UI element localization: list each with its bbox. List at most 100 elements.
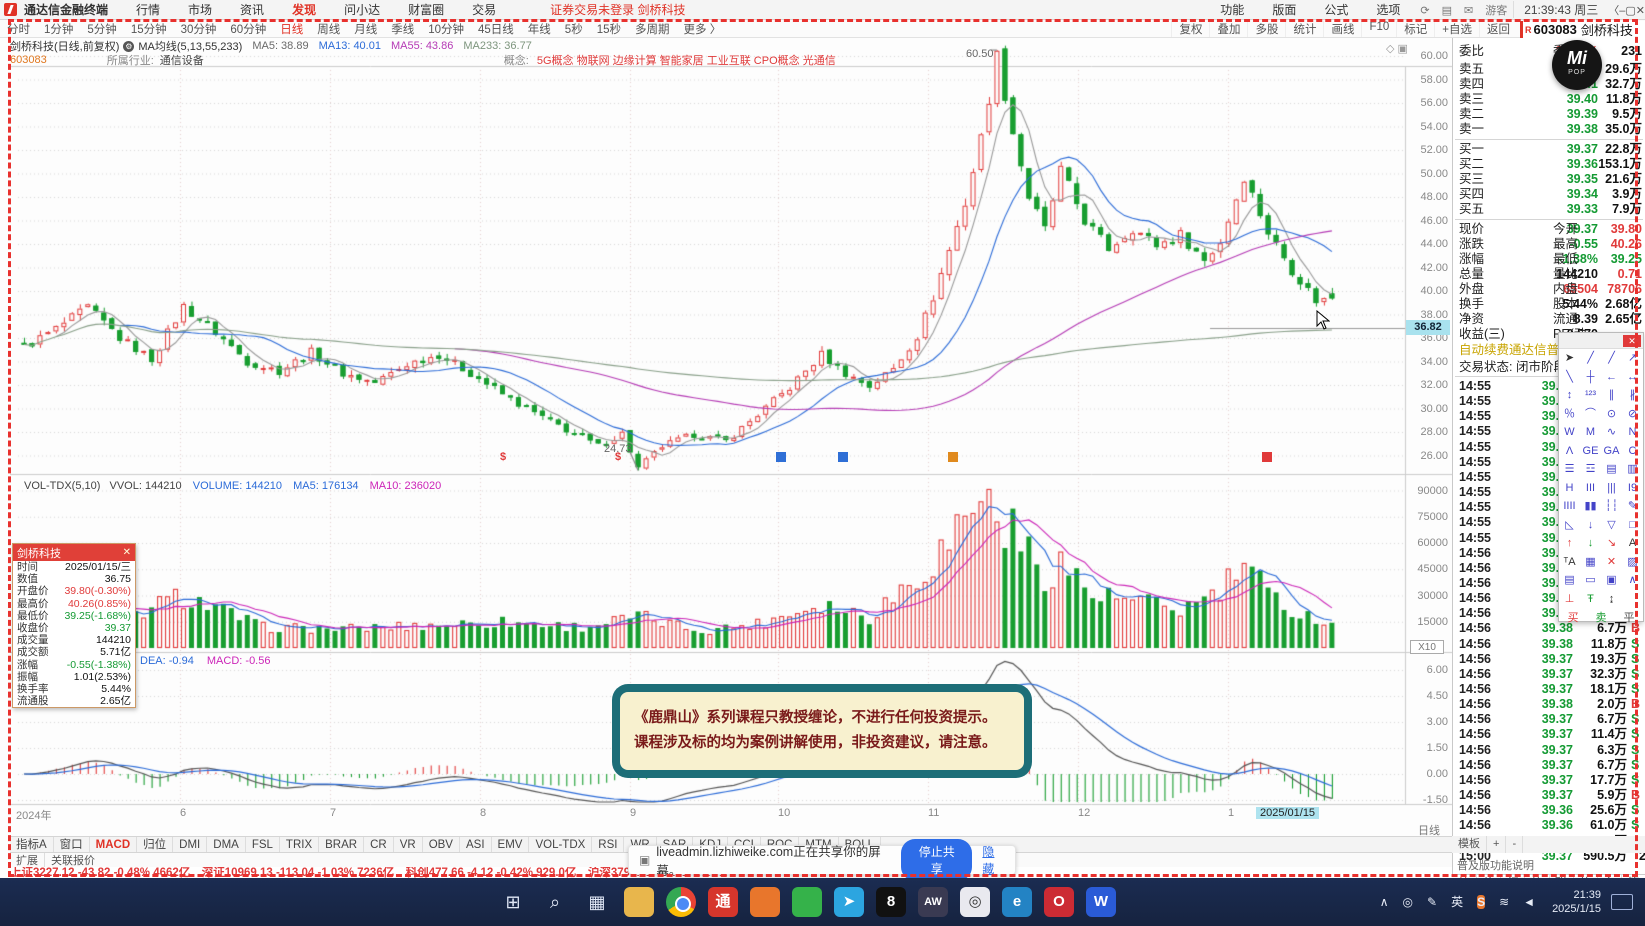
ths-app-icon[interactable] — [750, 887, 780, 917]
eightball-icon[interactable]: 8 — [876, 887, 906, 917]
tool-画线[interactable]: 画线 — [1323, 20, 1361, 37]
tool-多股[interactable]: 多股 — [1247, 20, 1285, 37]
indicator-tab-VOL-TDX[interactable]: VOL-TDX — [529, 837, 593, 852]
window-control-0[interactable]: 〈 — [1608, 5, 1619, 17]
template-button[interactable]: 模板 — [1452, 836, 1487, 853]
period-15秒[interactable]: 15秒 — [590, 24, 628, 36]
draw-tool-icon-39[interactable]: □ — [1622, 516, 1643, 535]
indicator-tab-DMA[interactable]: DMA — [207, 837, 246, 852]
draw-tool-icon-48[interactable]: ▤ — [1559, 571, 1580, 590]
titlebar-icon-2[interactable]: ✉ — [1458, 5, 1479, 17]
draw-tool-icon-29[interactable]: ΙΙΙ — [1580, 479, 1601, 498]
period-15分钟[interactable]: 15分钟 — [124, 24, 174, 36]
draw-tool-icon-46[interactable]: ✕ — [1601, 553, 1622, 572]
indicator-tab-DMI[interactable]: DMI — [173, 837, 208, 852]
indicator-tab-指标A[interactable]: 指标A — [10, 837, 54, 852]
period-月线[interactable]: 月线 — [347, 24, 384, 36]
menu-item-行情[interactable]: 行情 — [122, 3, 174, 17]
right-menu-选项[interactable]: 选项 — [1362, 3, 1414, 17]
tool-复权[interactable]: 复权 — [1171, 20, 1209, 37]
taskview-icon[interactable]: ▦ — [582, 887, 612, 917]
buy-price[interactable]: 39.34 — [1567, 187, 1598, 202]
draw-tool-icon-9[interactable]: ¹²³ — [1580, 386, 1601, 405]
chart-corner-icons[interactable]: ◇ ▣ — [1386, 42, 1408, 55]
drawing-toolbar[interactable]: ✕ ➤ ╱ ╱ ↗ ╲ ┼ ← ↔ ↕ ¹²³ ∥ ∦ ％ ⌒ ⊙ ⊘ W M ∿ N Λ GE GA C ☰ ☲ ▤ ▥ Η ΙΙΙ ||… — [1558, 332, 1644, 625]
period-年线[interactable]: 年线 — [521, 24, 558, 36]
tool-标记[interactable]: 标记 — [1396, 20, 1434, 37]
notification-center-icon[interactable] — [1611, 894, 1633, 910]
draw-tool-icon-26[interactable]: ▤ — [1601, 460, 1622, 479]
period-季线[interactable]: 季线 — [384, 24, 421, 36]
sell-price[interactable]: 39.39 — [1567, 107, 1598, 122]
indicator-tab-ASI[interactable]: ASI — [460, 837, 492, 852]
start-button[interactable]: ⊞ — [498, 887, 528, 917]
period-多周期[interactable]: 多周期 — [628, 24, 677, 36]
sell-price[interactable]: 39.38 — [1567, 122, 1598, 137]
menu-item-发现[interactable]: 发现 — [278, 3, 330, 17]
draw-tool-icon-47[interactable]: ▨ — [1622, 553, 1643, 572]
edge-icon[interactable]: e — [1002, 887, 1032, 917]
draw-tool-icon-0[interactable]: ➤ — [1559, 349, 1580, 368]
buy-price[interactable]: 39.36 — [1567, 157, 1598, 172]
draw-tool-icon-52[interactable]: ⊥ — [1559, 590, 1580, 609]
close-icon[interactable]: ✕ — [123, 547, 131, 558]
draw-tool-icon-30[interactable]: ||| — [1601, 479, 1622, 498]
vol-indicator-name[interactable]: VOL-TDX(5,10) — [24, 480, 100, 492]
indicator-tab-归位[interactable]: 归位 — [137, 837, 174, 852]
wifi-icon[interactable]: ≋ — [1499, 895, 1509, 909]
sogou-icon[interactable]: S — [1477, 895, 1486, 909]
draw-tool-icon-41[interactable]: ↓ — [1580, 534, 1601, 553]
word-icon[interactable]: W — [1086, 887, 1116, 917]
draw-tool-icon-34[interactable]: ┆┆ — [1601, 497, 1622, 516]
titlebar-icon-1[interactable]: ▤ — [1436, 5, 1458, 17]
period-5分钟[interactable]: 5分钟 — [80, 24, 123, 36]
right-menu-功能[interactable]: 功能 — [1206, 3, 1258, 17]
period-更多 〉[interactable]: 更多 〉 — [677, 24, 729, 36]
menu-item-资讯[interactable]: 资讯 — [226, 3, 278, 17]
tray-chevron-icon[interactable]: ∧ — [1380, 895, 1389, 909]
window-control-2[interactable]: ▢ — [1625, 5, 1635, 17]
concept-list[interactable]: 5G概念 物联网 边缘计算 智能家居 工业互联 CPO概念 光通信 — [537, 52, 836, 68]
period-1分钟[interactable]: 1分钟 — [37, 24, 80, 36]
draw-tool-icon-44[interactable]: ᵀA — [1559, 553, 1580, 572]
draw-tool-icon-14[interactable]: ⊙ — [1601, 405, 1622, 424]
period-周线[interactable]: 周线 — [310, 24, 347, 36]
titlebar-icon-0[interactable]: ⟳ — [1414, 5, 1435, 17]
draw-tool-icon-33[interactable]: ▮▮ — [1580, 497, 1601, 516]
guest-user-label[interactable]: 游客 — [1479, 2, 1513, 18]
draw-tool-icon-20[interactable]: Λ — [1559, 442, 1580, 461]
event-marker-4[interactable] — [948, 452, 958, 462]
draw-tool-icon-49[interactable]: ▭ — [1580, 571, 1601, 590]
draw-tool-icon-12[interactable]: ％ — [1559, 405, 1580, 424]
hide-share-bar-link[interactable]: 隐藏 — [982, 843, 1005, 877]
draw-tool-icon-28[interactable]: Η — [1559, 479, 1580, 498]
tool-叠加[interactable]: 叠加 — [1209, 20, 1247, 37]
indicator-tab-CR[interactable]: CR — [364, 837, 394, 852]
wechat-icon[interactable] — [792, 887, 822, 917]
period-5秒[interactable]: 5秒 — [558, 24, 590, 36]
indicator-tab-BRAR[interactable]: BRAR — [319, 837, 365, 852]
draw-tool-icon-43[interactable]: A — [1622, 534, 1643, 553]
period-分时[interactable]: 分时 — [0, 24, 37, 36]
zoom-out-button[interactable]: - — [1506, 836, 1524, 853]
candle-data-popup[interactable]: 剑桥科技 ✕ 时间 2025/01/15/三 数值 36.75 开盘价 39.80(-0.… — [12, 543, 136, 708]
zoom-in-button[interactable]: + — [1487, 836, 1507, 853]
menu-item-市场[interactable]: 市场 — [174, 3, 226, 17]
chrome-icon[interactable] — [666, 887, 696, 917]
draw-tool-icon-22[interactable]: GA — [1601, 442, 1622, 461]
draw-tool-icon-23[interactable]: C — [1622, 442, 1643, 461]
draw-tool-icon-13[interactable]: ⌒ — [1580, 405, 1601, 424]
draw-tool-icon-16[interactable]: W — [1559, 423, 1580, 442]
tool-统计[interactable]: 统计 — [1285, 20, 1323, 37]
draw-tool-icon-2[interactable]: ╱ — [1601, 349, 1622, 368]
speaker-icon[interactable]: ◄ — [1523, 895, 1535, 909]
draw-side-label-平[interactable]: 平 — [1624, 609, 1635, 625]
draw-tool-icon-35[interactable]: ✎ — [1622, 497, 1643, 516]
linked-quote-button[interactable]: 关联报价 — [45, 853, 101, 867]
draw-tool-icon-1[interactable]: ╱ — [1580, 349, 1601, 368]
draw-tool-icon-24[interactable]: ☰ — [1559, 460, 1580, 479]
tdx-app-icon[interactable]: 通 — [708, 887, 738, 917]
draw-side-label-买[interactable]: 买 — [1568, 609, 1579, 625]
obs-icon[interactable]: ◎ — [960, 887, 990, 917]
industry-value[interactable]: 通信设备 — [160, 52, 204, 68]
